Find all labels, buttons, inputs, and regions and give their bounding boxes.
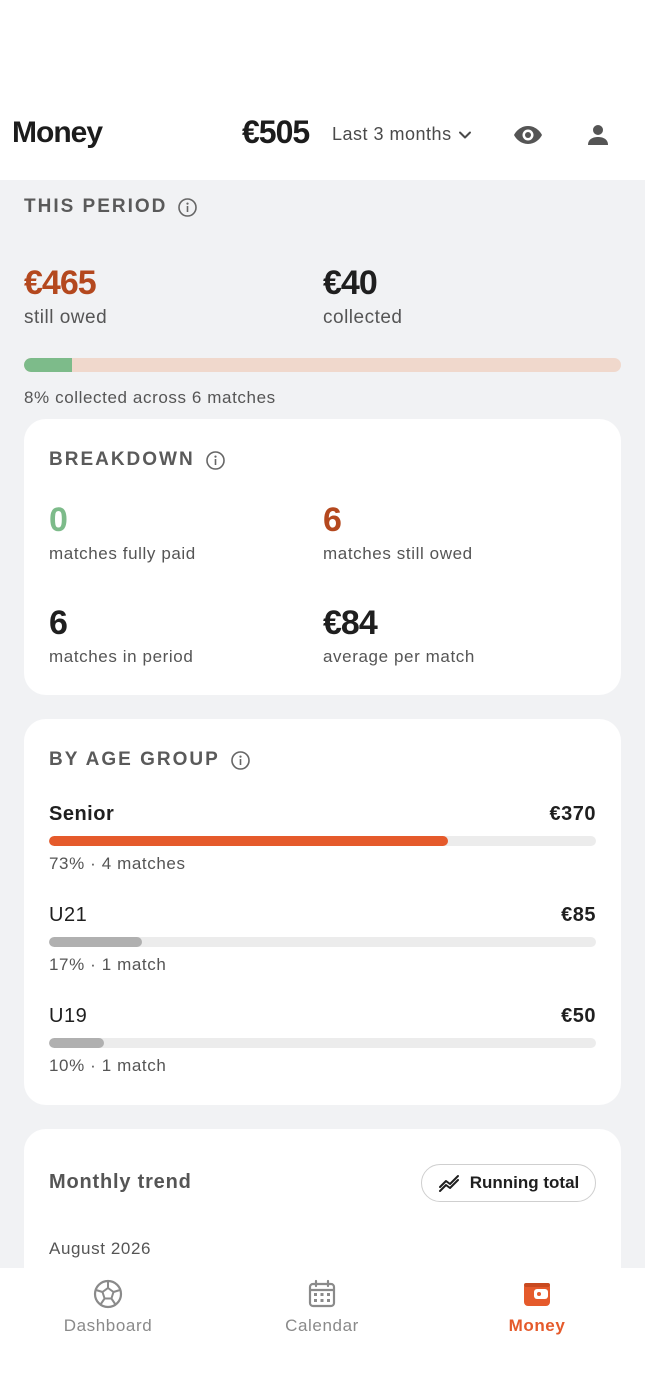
profile-button[interactable] bbox=[582, 120, 614, 150]
age-group-name: U19 bbox=[49, 1005, 88, 1027]
monthly-trend-title: Monthly trend bbox=[49, 1171, 192, 1193]
collection-progress-note: 8% collected across 6 matches bbox=[24, 388, 276, 407]
this-period-section: THIS PERIOD €465 still owed €40 collecte… bbox=[24, 196, 621, 407]
age-group-card: BY AGE GROUP Senior €370 73% · 4 matches… bbox=[24, 719, 621, 1105]
user-icon bbox=[588, 125, 608, 145]
money-content[interactable]: THIS PERIOD €465 still owed €40 collecte… bbox=[0, 180, 645, 1268]
chevron-down-icon bbox=[458, 131, 471, 138]
header-total-amount: €505 bbox=[242, 114, 310, 150]
period-dropdown[interactable]: Last 3 months bbox=[332, 124, 472, 145]
tab-dashboard-label: Dashboard bbox=[63, 1316, 153, 1335]
collection-progress-fill bbox=[24, 358, 72, 372]
age-group-name: U21 bbox=[49, 904, 88, 926]
age-group-meta: 73% · 4 matches bbox=[49, 854, 186, 873]
tab-money[interactable]: Money bbox=[457, 1278, 617, 1336]
age-group-amount: €50 bbox=[561, 1005, 596, 1027]
status-bar-area bbox=[0, 0, 645, 100]
running-total-toggle-button[interactable]: Running total bbox=[421, 1164, 596, 1202]
tab-calendar-label: Calendar bbox=[285, 1316, 359, 1335]
breakdown-title-text: BREAKDOWN bbox=[49, 449, 195, 470]
app-header: Money €505 Last 3 months bbox=[0, 100, 645, 180]
soccer-ball-icon bbox=[93, 1279, 123, 1309]
info-icon[interactable] bbox=[177, 197, 198, 218]
age-group-amount: €85 bbox=[561, 904, 596, 926]
stat-matches-in-period-value: 6 bbox=[49, 604, 68, 642]
calendar-icon bbox=[308, 1279, 336, 1308]
info-icon[interactable] bbox=[230, 750, 251, 771]
tab-dashboard[interactable]: Dashboard bbox=[28, 1278, 188, 1336]
age-group-meta: 17% · 1 match bbox=[49, 955, 167, 974]
this-period-title: THIS PERIOD bbox=[24, 196, 621, 218]
age-group-title: BY AGE GROUP bbox=[49, 749, 251, 771]
stat-still-owed-label: matches still owed bbox=[323, 544, 473, 563]
breakdown-card: BREAKDOWN 0 matches fully paid 6 matches… bbox=[24, 419, 621, 695]
stat-average-per-match: €84 average per match bbox=[323, 604, 475, 667]
age-group-bar bbox=[49, 937, 596, 947]
age-group-row-senior[interactable]: Senior €370 73% · 4 matches bbox=[49, 803, 596, 874]
collected-label: collected bbox=[323, 307, 403, 328]
collection-progress-bar bbox=[24, 358, 621, 372]
still-owed-label: still owed bbox=[24, 307, 108, 328]
tab-money-label: Money bbox=[508, 1316, 566, 1335]
age-group-bar-fill bbox=[49, 836, 449, 846]
visibility-toggle-button[interactable] bbox=[511, 120, 545, 150]
period-dropdown-label: Last 3 months bbox=[332, 124, 452, 144]
age-group-row-u19[interactable]: U19 €50 10% · 1 match bbox=[49, 1005, 596, 1076]
age-group-bar-fill bbox=[49, 937, 142, 947]
stat-still-owed-value: 6 bbox=[323, 501, 342, 539]
page-title: Money bbox=[12, 116, 103, 149]
still-owed-stat: €465 still owed bbox=[24, 264, 107, 329]
stat-fully-paid-label: matches fully paid bbox=[49, 544, 196, 563]
trend-month-label: August 2026 bbox=[49, 1239, 152, 1258]
tab-calendar[interactable]: Calendar bbox=[242, 1278, 402, 1336]
still-owed-amount: €465 bbox=[24, 264, 97, 302]
collected-amount: €40 bbox=[323, 264, 378, 302]
stat-average-per-match-value: €84 bbox=[323, 604, 378, 642]
breakdown-title: BREAKDOWN bbox=[49, 449, 226, 471]
this-period-title-text: THIS PERIOD bbox=[24, 196, 168, 217]
age-group-bar bbox=[49, 1038, 596, 1048]
trend-chart-icon bbox=[438, 1175, 459, 1192]
monthly-trend-card: Monthly trend Running total August 2026 bbox=[24, 1129, 621, 1268]
stat-fully-paid: 0 matches fully paid bbox=[49, 501, 196, 564]
stat-matches-in-period-label: matches in period bbox=[49, 647, 194, 666]
stat-still-owed: 6 matches still owed bbox=[323, 501, 473, 564]
age-group-name: Senior bbox=[49, 803, 115, 825]
age-group-title-text: BY AGE GROUP bbox=[49, 749, 220, 770]
age-group-row-u21[interactable]: U21 €85 17% · 1 match bbox=[49, 904, 596, 975]
wallet-icon bbox=[524, 1283, 550, 1306]
stat-matches-in-period: 6 matches in period bbox=[49, 604, 193, 667]
age-group-amount: €370 bbox=[549, 803, 596, 825]
bottom-tab-bar: Dashboard Calendar Money bbox=[0, 1268, 645, 1400]
stat-fully-paid-value: 0 bbox=[49, 501, 68, 539]
age-group-bar bbox=[49, 836, 596, 846]
age-group-meta: 10% · 1 match bbox=[49, 1056, 167, 1075]
age-group-bar-fill bbox=[49, 1038, 104, 1048]
eye-icon bbox=[514, 126, 542, 144]
info-icon[interactable] bbox=[205, 450, 226, 471]
stat-average-per-match-label: average per match bbox=[323, 647, 475, 666]
running-total-label: Running total bbox=[469, 1173, 580, 1192]
collected-stat: €40 collected bbox=[323, 264, 403, 329]
